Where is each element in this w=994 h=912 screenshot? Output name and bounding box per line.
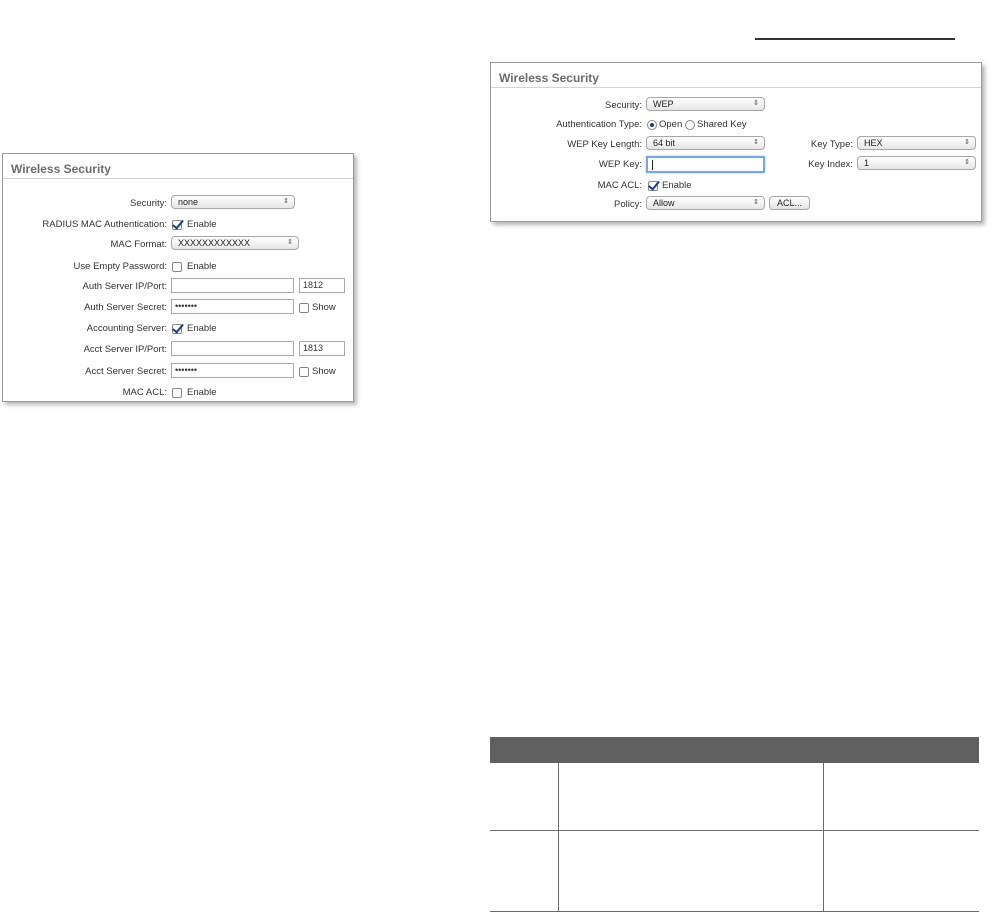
panel-divider [3,178,353,179]
policy-label: Policy: [614,199,642,210]
auth-type-shared-label: Shared Key [697,119,747,130]
policy-row: Policy: Allow ⇕ ACL... [491,196,981,216]
security-value: WEP [653,99,674,109]
panel-divider [491,87,981,88]
auth-type-open-label: Open [659,119,683,130]
table-row [490,763,979,831]
acct-secret-row: Acct Server Secret: ••••••• Show [3,363,353,383]
acl-button[interactable]: ACL... [769,196,810,210]
mac-acl-row: MAC ACL: Enable [3,384,353,404]
select-arrows-icon: ⇕ [753,100,759,107]
key-index-label: Key Index: [808,159,853,170]
mac-acl-label: MAC ACL: [122,387,167,398]
key-type-value: HEX [864,138,883,148]
use-empty-password-label: Use Empty Password: [73,261,167,272]
wep-key-length-row: WEP Key Length: 64 bit ⇕ Key Type: HEX ⇕ [491,136,981,156]
key-index-value: 1 [864,158,870,168]
column-divider [823,763,824,830]
wep-key-row: WEP Key: Key Index: 1 ⇕ [491,156,981,176]
auth-type-row: Authentication Type: Open Shared Key [491,116,981,136]
security-select[interactable]: WEP ⇕ [646,97,765,111]
mac-format-label: MAC Format: [110,239,167,250]
auth-server-ip-input[interactable] [171,278,294,293]
use-empty-password-enable-label: Enable [187,261,217,272]
acct-secret-label: Acct Server Secret: [85,366,167,377]
auth-secret-label: Auth Server Secret: [84,302,167,313]
acct-server-row: Acct Server IP/Port: 1813 [3,341,353,361]
wep-key-label: WEP Key: [598,159,642,170]
column-divider [558,831,559,911]
text-cursor [652,159,653,170]
key-type-label: Key Type: [810,139,853,150]
panel-title: Wireless Security [499,71,599,85]
radius-mac-auth-enable-label: Enable [187,219,217,230]
info-table [490,737,979,912]
acct-secret-show-label: Show [312,366,336,377]
select-arrows-icon: ⇕ [753,139,759,146]
acct-server-ip-input[interactable] [171,341,294,356]
mac-acl-enable-label: Enable [187,387,217,398]
policy-value: Allow [653,198,675,208]
panel-title: Wireless Security [11,162,111,176]
header-rule [755,38,955,40]
auth-server-port-input[interactable]: 1812 [299,278,345,293]
mac-acl-row: MAC ACL: Enable [491,177,981,197]
wep-key-input[interactable] [646,156,765,173]
radius-mac-auth-label: RADIUS MAC Authentication: [42,219,167,230]
use-empty-password-row: Use Empty Password: Enable [3,258,353,278]
radius-mac-auth-checkbox[interactable] [172,220,182,230]
acct-server-port-input[interactable]: 1813 [299,341,345,356]
auth-type-shared-radio[interactable] [685,120,695,130]
select-arrows-icon: ⇕ [287,239,293,246]
select-arrows-icon: ⇕ [753,199,759,206]
accounting-server-checkbox[interactable] [172,324,182,334]
auth-type-open-radio[interactable] [647,120,657,130]
security-label: Security: [605,100,642,111]
mac-format-select[interactable]: XXXXXXXXXXXX ⇕ [171,236,299,250]
accounting-server-row: Accounting Server: Enable [3,320,353,340]
select-arrows-icon: ⇕ [964,139,970,146]
security-row: Security: WEP ⇕ [491,97,981,117]
use-empty-password-checkbox[interactable] [172,262,182,272]
security-select[interactable]: none ⇕ [171,195,295,209]
auth-secret-show-label: Show [312,302,336,313]
auth-server-row: Auth Server IP/Port: 1812 [3,278,353,298]
key-index-select[interactable]: 1 ⇕ [857,156,976,170]
wep-key-length-label: WEP Key Length: [567,139,642,150]
acct-secret-input[interactable]: ••••••• [171,363,294,378]
column-divider [823,831,824,911]
wireless-security-panel-radius: Wireless Security Security: none ⇕ RADIU… [2,153,354,402]
auth-secret-show-checkbox[interactable] [299,303,309,313]
table-row [490,831,979,912]
radius-mac-auth-row: RADIUS MAC Authentication: Enable [3,216,353,236]
column-divider [558,763,559,830]
acct-server-label: Acct Server IP/Port: [83,344,167,355]
security-value: none [178,197,199,207]
wireless-security-panel-wep: Wireless Security Security: WEP ⇕ Authen… [490,62,982,222]
mac-format-value: XXXXXXXXXXXX [178,238,251,248]
security-row: Security: none ⇕ [3,195,353,215]
select-arrows-icon: ⇕ [283,198,289,205]
mac-format-row: MAC Format: XXXXXXXXXXXX ⇕ [3,236,353,256]
acct-secret-show-checkbox[interactable] [299,367,309,377]
policy-select[interactable]: Allow ⇕ [646,196,765,210]
key-type-select[interactable]: HEX ⇕ [857,136,976,150]
wep-key-length-value: 64 bit [653,138,676,148]
auth-secret-row: Auth Server Secret: ••••••• Show [3,299,353,319]
wep-key-length-select[interactable]: 64 bit ⇕ [646,136,765,150]
accounting-server-label: Accounting Server: [86,323,167,334]
select-arrows-icon: ⇕ [964,159,970,166]
mac-acl-enable-label: Enable [662,180,692,191]
auth-type-label: Authentication Type: [556,119,642,130]
security-label: Security: [130,198,167,209]
mac-acl-checkbox[interactable] [172,388,182,398]
accounting-server-enable-label: Enable [187,323,217,334]
mac-acl-label: MAC ACL: [597,180,642,191]
auth-server-label: Auth Server IP/Port: [82,281,167,292]
table-header [490,737,979,763]
auth-secret-input[interactable]: ••••••• [171,299,294,314]
mac-acl-checkbox[interactable] [648,181,658,191]
